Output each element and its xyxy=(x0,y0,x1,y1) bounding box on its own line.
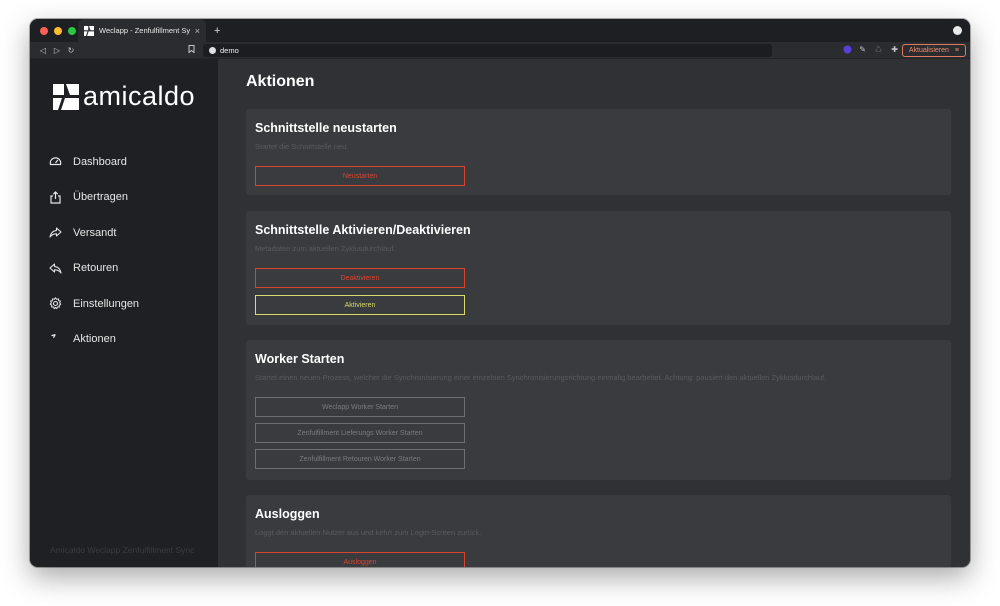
pen-icon[interactable]: ✎ xyxy=(859,45,866,54)
recycle-icon[interactable]: ♺ xyxy=(875,45,882,54)
card-description: Loggt den aktuellen Nutzer aus und kehrt… xyxy=(255,528,482,537)
sidebar-item-label: Retouren xyxy=(73,262,119,275)
bookmark-icon[interactable] xyxy=(188,45,195,55)
browser-window: Weclapp - Zenfulfillment Sync × + ◁ ▷ ↻ … xyxy=(30,19,970,567)
tab-title: Weclapp - Zenfulfillment Sync xyxy=(99,26,190,35)
new-tab-button[interactable]: + xyxy=(214,25,220,37)
forward-icon[interactable]: ▷ xyxy=(50,46,64,55)
sidebar-item-uebertragen[interactable]: Übertragen xyxy=(30,180,218,216)
lightning-icon xyxy=(49,333,62,346)
card-restart: Schnittstelle neustarten Startet die Sch… xyxy=(246,109,951,195)
card-title: Schnittstelle Aktivieren/Deaktivieren xyxy=(255,223,471,237)
update-label: Aktualisieren xyxy=(908,47,949,54)
sidebar-item-label: Einstellungen xyxy=(73,297,140,310)
card-description: Startet die Schnittstelle neu. xyxy=(255,142,349,151)
dashboard-icon xyxy=(49,155,62,168)
deactivate-button[interactable]: Deaktivieren xyxy=(255,268,465,288)
gear-icon xyxy=(49,297,62,310)
page-title: Aktionen xyxy=(246,73,315,90)
tab-bar: Weclapp - Zenfulfillment Sync × + xyxy=(30,19,970,42)
browser-tab[interactable]: Weclapp - Zenfulfillment Sync × xyxy=(78,19,206,42)
sidebar-footer: Amicaldo Weclapp Zenfulfillment Sync xyxy=(50,545,195,555)
logout-button[interactable]: Ausloggen xyxy=(255,552,465,567)
puzzle-icon[interactable]: ✚ xyxy=(891,45,898,54)
main-content: Aktionen Schnittstelle neustarten Starte… xyxy=(218,59,970,567)
card-description: Startet einen neuen Prozess, welcher die… xyxy=(255,373,827,382)
extension-icon[interactable] xyxy=(843,45,852,56)
close-window-button[interactable] xyxy=(40,26,48,35)
card-title: Worker Starten xyxy=(255,352,345,366)
sidebar-item-label: Aktionen xyxy=(73,333,116,346)
card-activate-deactivate: Schnittstelle Aktivieren/Deaktivieren Me… xyxy=(246,211,951,325)
zenfulfillment-delivery-worker-button[interactable]: Zenfulfillment Lieferungs Worker Starten xyxy=(255,423,465,443)
sidebar-item-dashboard[interactable]: Dashboard xyxy=(30,144,218,180)
browser-toolbar: ◁ ▷ ↻ demo ✎ ♺ ✚ Aktualisieren ≡ xyxy=(30,42,970,59)
menu-icon: ≡ xyxy=(954,47,959,54)
maximize-window-button[interactable] xyxy=(68,26,76,35)
share-icon xyxy=(49,226,62,239)
amicaldo-logo-icon xyxy=(53,83,79,110)
window-controls xyxy=(30,26,78,35)
sidebar-item-retouren[interactable]: Retouren xyxy=(30,251,218,287)
amicaldo-favicon-icon xyxy=(84,25,94,36)
card-title: Schnittstelle neustarten xyxy=(255,121,397,135)
url-text: demo xyxy=(220,46,239,55)
card-worker-start: Worker Starten Startet einen neuen Proze… xyxy=(246,340,951,480)
sidebar-item-versandt[interactable]: Versandt xyxy=(30,215,218,251)
tab-close-icon[interactable]: × xyxy=(195,26,200,36)
sidebar-nav: Dashboard Übertragen Versandt Retouren E… xyxy=(30,144,218,357)
app: amicaldo Dashboard Übertragen Versandt R… xyxy=(30,59,970,567)
card-logout: Ausloggen Loggt den aktuellen Nutzer aus… xyxy=(246,495,951,567)
logo[interactable]: amicaldo xyxy=(53,83,195,110)
sidebar-item-aktionen[interactable]: Aktionen xyxy=(30,322,218,358)
logo-text: amicaldo xyxy=(83,81,196,111)
address-bar[interactable]: demo xyxy=(203,44,772,57)
sidebar-item-einstellungen[interactable]: Einstellungen xyxy=(30,286,218,322)
back-icon[interactable]: ◁ xyxy=(36,46,50,55)
weclapp-worker-button[interactable]: Weclapp Worker Starten xyxy=(255,397,465,417)
sidebar-item-label: Dashboard xyxy=(73,155,127,168)
update-button[interactable]: Aktualisieren ≡ xyxy=(901,44,966,57)
sidebar-item-label: Versandt xyxy=(73,226,117,239)
minimize-window-button[interactable] xyxy=(54,26,62,35)
activate-button[interactable]: Aktivieren xyxy=(255,295,465,315)
sidebar: amicaldo Dashboard Übertragen Versandt R… xyxy=(30,59,218,567)
card-title: Ausloggen xyxy=(255,507,320,521)
upload-icon xyxy=(49,190,62,204)
card-description: Metadaten zum aktuellen Zyklusdurchlauf. xyxy=(255,244,396,253)
sidebar-item-label: Übertragen xyxy=(73,191,129,204)
site-info-icon[interactable] xyxy=(209,47,216,54)
zenfulfillment-returns-worker-button[interactable]: Zenfulfillment Retouren Worker Starten xyxy=(255,449,465,469)
profile-icon[interactable] xyxy=(953,26,962,35)
reply-icon xyxy=(49,262,62,275)
reload-icon[interactable]: ↻ xyxy=(64,46,78,55)
restart-button[interactable]: Neustarten xyxy=(255,166,465,186)
